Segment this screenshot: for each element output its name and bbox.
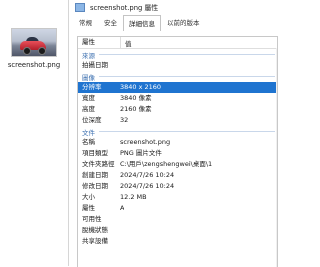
property-row-selected[interactable]: 分辨率 3840 x 2160 [78, 82, 277, 93]
tab-previous-versions[interactable]: 以前的版本 [161, 14, 206, 30]
property-value: screenshot.png [120, 138, 171, 146]
section-source: 來源 [78, 49, 277, 60]
property-row[interactable]: 大小 12.2 MB [78, 192, 277, 203]
property-row[interactable]: 高度 2160 像素 [78, 104, 277, 115]
property-row[interactable]: 修改日期 2024/7/26 10:24 [78, 181, 277, 192]
image-thumbnail [11, 28, 57, 57]
property-name: 可用性 [82, 215, 102, 223]
property-name: 位深度 [82, 116, 102, 124]
property-value: 2160 像素 [120, 105, 152, 113]
scrollbar-track[interactable] [276, 48, 277, 267]
property-name: 寬度 [82, 94, 95, 102]
property-row[interactable]: 文件夾路徑 C:\用戶\zengshengwei\桌面\1 [78, 159, 277, 170]
property-row[interactable]: 寬度 3840 像素 [78, 93, 277, 104]
column-headers: 屬性 值 [78, 37, 277, 49]
desktop-file-label: screenshot.png [7, 61, 61, 69]
section-title: 圖像 [82, 73, 95, 82]
property-name: 高度 [82, 105, 95, 113]
section-title: 文件 [82, 128, 95, 137]
title-bar: screenshot.png 屬性 [69, 0, 285, 14]
properties-window: screenshot.png 屬性 常規 安全 詳細信息 以前的版本 屬性 值 … [68, 0, 285, 267]
property-value: A [120, 204, 125, 212]
property-name: 屬性 [82, 204, 95, 212]
column-header-value[interactable]: 值 [121, 38, 132, 48]
property-name: 修改日期 [82, 182, 108, 190]
property-row[interactable]: 可用性 [78, 214, 277, 225]
property-name: 分辨率 [82, 83, 102, 91]
section-file: 文件 [78, 126, 277, 137]
tab-details[interactable]: 詳細信息 [123, 15, 161, 31]
window-title: screenshot.png 屬性 [90, 4, 159, 12]
property-value: 12.2 MB [120, 193, 147, 201]
property-value: 2024/7/26 10:24 [120, 171, 175, 179]
property-name: 項目類型 [82, 149, 108, 157]
property-name: 共享設備 [82, 237, 108, 245]
details-panel[interactable]: 屬性 值 來源 拍攝日期 圖像 分辨率 3840 x 2160 寬度 3840 … [77, 36, 278, 267]
property-name: 名稱 [82, 138, 95, 146]
property-row[interactable]: 共享設備 [78, 236, 277, 247]
property-value: 2024/7/26 10:24 [120, 182, 175, 190]
property-row[interactable]: 名稱 screenshot.png [78, 137, 277, 148]
property-name: 拍攝日期 [82, 61, 108, 69]
property-row[interactable]: 脫機狀態 [78, 225, 277, 236]
property-value: C:\用戶\zengshengwei\桌面\1 [120, 160, 213, 168]
desktop-file-icon[interactable]: screenshot.png [6, 28, 62, 69]
property-value: 3840 x 2160 [120, 83, 162, 91]
image-file-icon [75, 2, 85, 12]
property-value: 3840 像素 [120, 94, 152, 102]
property-row[interactable]: 屬性 A [78, 203, 277, 214]
section-image: 圖像 [78, 71, 277, 82]
tab-strip: 常規 安全 詳細信息 以前的版本 [69, 14, 285, 31]
property-name: 大小 [82, 193, 95, 201]
property-row[interactable]: 拍攝日期 [78, 60, 277, 71]
property-name: 脫機狀態 [82, 226, 108, 234]
property-row[interactable]: 位深度 32 [78, 115, 277, 126]
property-value: PNG 圖片文件 [120, 149, 162, 157]
tab-general[interactable]: 常規 [73, 14, 98, 30]
property-value: 32 [120, 116, 129, 124]
tab-security[interactable]: 安全 [98, 14, 123, 30]
property-name: 創建日期 [82, 171, 108, 179]
property-row[interactable]: 創建日期 2024/7/26 10:24 [78, 170, 277, 181]
section-title: 來源 [82, 51, 95, 60]
property-row[interactable]: 項目類型 PNG 圖片文件 [78, 148, 277, 159]
column-header-property[interactable]: 屬性 [78, 37, 121, 48]
property-name: 文件夾路徑 [82, 160, 115, 168]
